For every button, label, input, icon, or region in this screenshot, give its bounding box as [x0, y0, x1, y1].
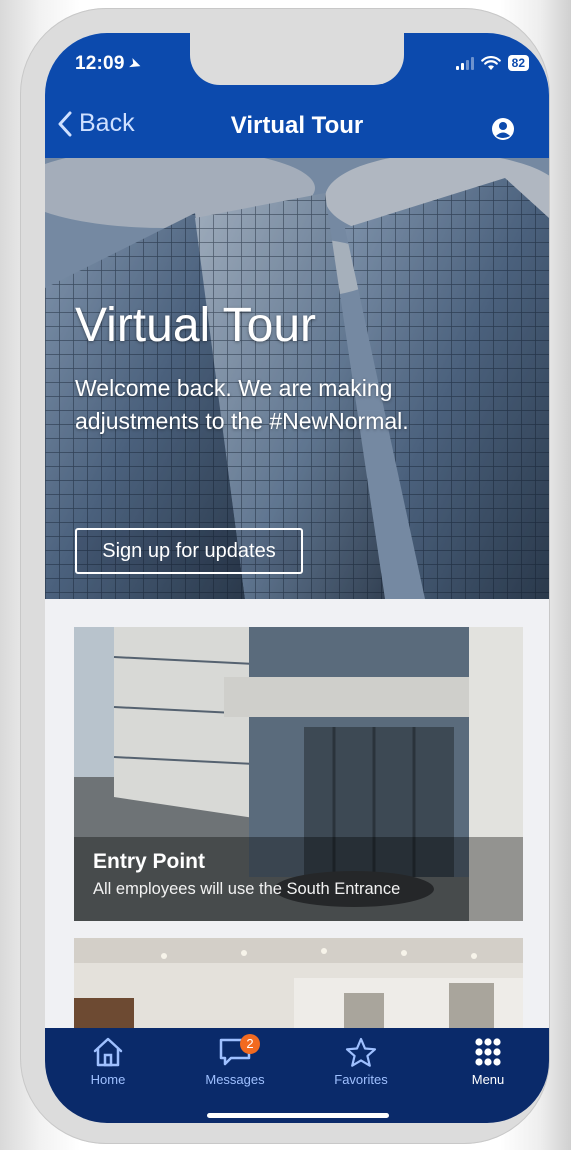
nav-bar: Back Virtual Tour [45, 95, 549, 158]
status-time: 12:09➤ [75, 53, 144, 75]
tab-home-label: Home [90, 1072, 126, 1087]
card-entry-point[interactable]: Entry Point All employees will use the S… [74, 627, 523, 921]
card-title: Entry Point [93, 850, 206, 873]
app-screen: 12:09➤ 82 Back Virtual Tour Virtual Tour… [45, 33, 549, 1123]
location-arrow-icon: ➤ [125, 54, 144, 75]
tab-messages[interactable]: Messages 2 [185, 1034, 285, 1087]
user-icon [492, 118, 514, 140]
tab-menu-label: Menu [471, 1072, 505, 1087]
tab-menu[interactable]: Menu [438, 1036, 538, 1087]
hero-banner: Virtual Tour Welcome back. We are making… [45, 158, 549, 599]
profile-button[interactable] [491, 117, 515, 146]
status-time-text: 12:09 [75, 53, 125, 74]
star-icon [345, 1037, 377, 1067]
tab-favorites[interactable]: Favorites [311, 1036, 411, 1087]
battery-level: 82 [507, 55, 529, 71]
card-caption: Entry Point All employees will use the S… [93, 850, 400, 899]
tab-messages-label: Messages [205, 1072, 265, 1087]
home-indicator [207, 1113, 389, 1118]
home-icon [93, 1037, 123, 1067]
card-subtitle: All employees will use the South Entranc… [93, 880, 401, 898]
hero-title: Virtual Tour [75, 299, 317, 352]
notch [190, 33, 404, 85]
tab-favorites-label: Favorites [334, 1072, 388, 1087]
sign-up-button[interactable]: Sign up for updates [75, 528, 303, 574]
status-icons: 82 [455, 55, 529, 71]
hero-body: Welcome back. We are making adjustments … [75, 375, 409, 434]
status-bar: 12:09➤ 82 [45, 33, 549, 95]
grid-icon [475, 1038, 501, 1066]
tab-home[interactable]: Home [58, 1036, 158, 1087]
hero-text: Virtual Tour Welcome back. We are making… [75, 298, 495, 438]
page-title: Virtual Tour [230, 112, 364, 139]
wifi-icon [480, 55, 501, 70]
tab-bar: Home Messages 2 Favorites Menu [45, 1028, 549, 1123]
phone-frame: 12:09➤ 82 Back Virtual Tour Virtual Tour… [20, 8, 550, 1144]
signal-icon [455, 56, 474, 70]
message-count-badge: 2 [240, 1034, 260, 1054]
